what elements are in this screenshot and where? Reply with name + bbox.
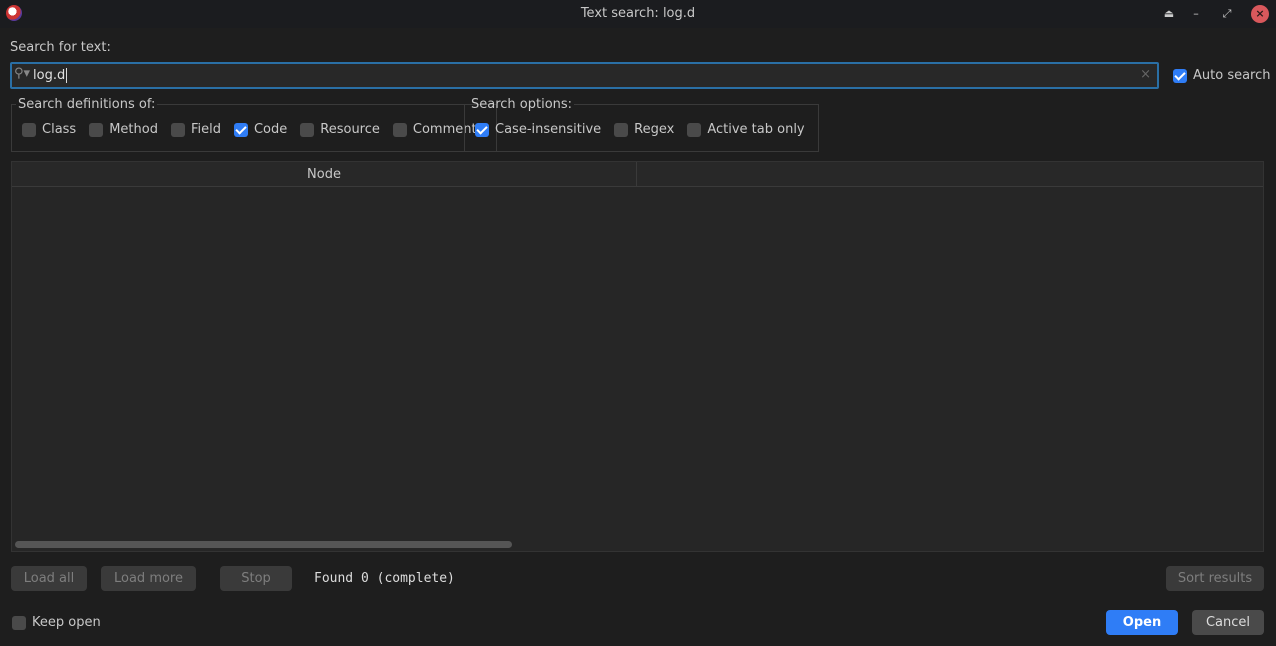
options-checkbox-regex[interactable]: Regex [614,122,674,137]
column-header-empty[interactable] [637,162,1263,186]
definitions-group: Search definitions of: Class Method Field C… [11,97,498,152]
window-title: Text search: log.d [580,6,696,21]
checkbox-label: Regex [634,122,675,137]
definitions-checkbox-code[interactable]: Code [233,122,288,137]
checkbox-icon[interactable] [300,122,315,137]
definitions-checkbox-method[interactable]: Method [89,122,158,137]
checkbox-icon[interactable] [687,122,702,137]
checkbox-icon[interactable] [475,122,489,137]
results-table[interactable]: Node [11,161,1264,552]
options-group: Search options: Case-insensitive Regex Act… [464,97,819,152]
options-checkbox-case-insensitive[interactable]: Case-insensitive [475,122,601,137]
checkbox-label: Code [253,122,288,137]
keep-above-icon[interactable]: ⏏ [1160,5,1178,23]
clear-icon[interactable]: × [1140,67,1151,82]
load-more-button[interactable]: Load more [101,566,196,591]
checkbox-icon[interactable] [22,122,36,137]
status-text: Found 0 (complete) [314,571,455,586]
checkbox-icon[interactable] [233,122,248,137]
checkbox-label: Method [109,122,158,137]
checkbox-icon[interactable] [614,122,629,137]
open-button[interactable]: Open [1106,610,1178,635]
checkbox-label: Resource [320,122,380,137]
auto-search-checkbox[interactable]: Auto search [1173,68,1271,83]
checkbox-label: Field [190,122,221,137]
checkbox-label: Class [42,122,77,137]
definitions-checkbox-class[interactable]: Class [22,122,76,137]
minimize-icon[interactable]: – [1187,5,1205,23]
checkbox-label: Active tab only [707,122,805,137]
options-legend: Search options: [471,97,573,112]
checkbox-label: Case-insensitive [495,122,602,137]
maximize-icon[interactable]: ⤢ [1218,5,1236,23]
load-all-button[interactable]: Load all [11,566,87,591]
stop-button[interactable]: Stop [220,566,292,591]
definitions-checkbox-resource[interactable]: Resource [300,122,380,137]
checkbox-icon[interactable] [170,122,185,137]
column-header-node[interactable]: Node [12,162,637,186]
close-icon[interactable]: × [1251,5,1269,23]
checkbox-icon[interactable] [89,122,104,137]
horizontal-scrollbar[interactable] [15,541,512,548]
sort-results-button[interactable]: Sort results [1166,566,1264,591]
definitions-checkbox-field[interactable]: Field [170,122,221,137]
definitions-legend: Search definitions of: [18,97,156,112]
checkbox-icon[interactable] [12,615,26,630]
options-checkbox-active-tab-only[interactable]: Active tab only [687,122,805,137]
keep-open-label: Keep open [32,615,101,630]
search-value[interactable]: log.d [33,68,68,83]
search-input[interactable]: ⚲▾ log.d × [10,62,1159,89]
checkbox-icon[interactable] [1173,68,1187,83]
keep-open-checkbox[interactable]: Keep open [12,615,101,630]
checkbox-icon[interactable] [392,122,407,137]
cancel-button[interactable]: Cancel [1192,610,1264,635]
search-label: Search for text: [10,40,111,55]
auto-search-label: Auto search [1193,68,1271,83]
search-icon[interactable]: ⚲▾ [14,66,30,81]
